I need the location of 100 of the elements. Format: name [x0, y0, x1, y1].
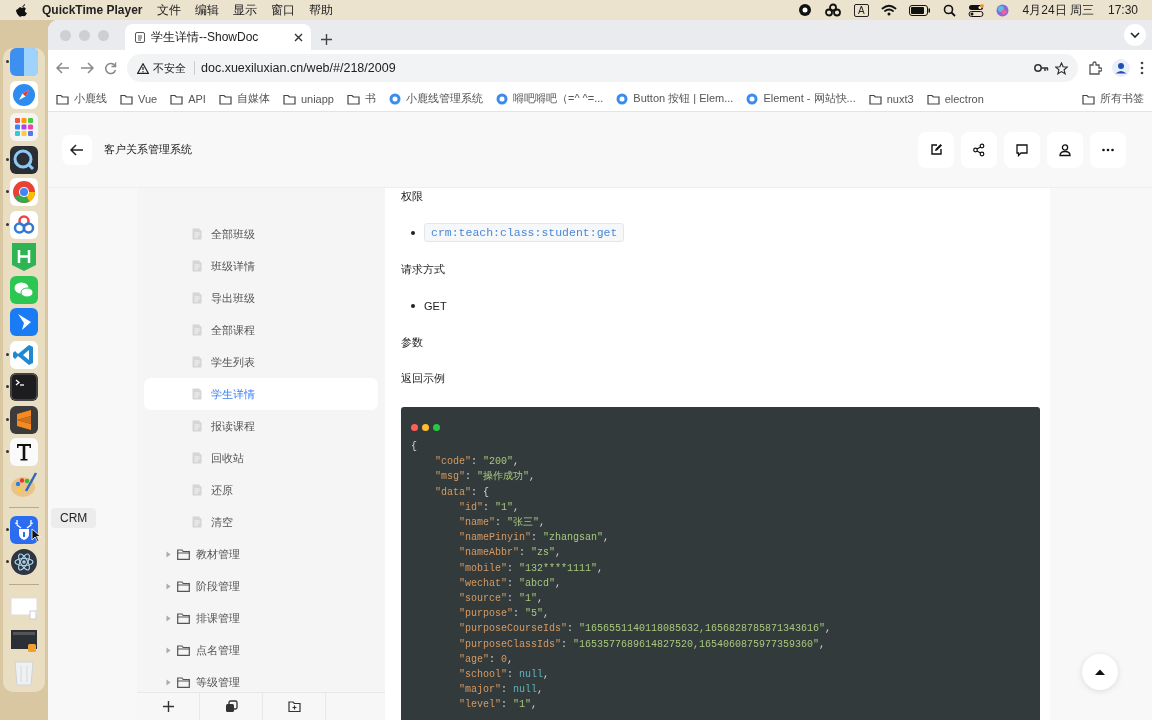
chevron-down-icon [1130, 32, 1140, 38]
search-icon[interactable] [942, 3, 956, 17]
bookmark[interactable]: 书 [346, 91, 376, 106]
url-text[interactable]: doc.xuexiluxian.cn/web/#/218/2009 [201, 61, 1028, 75]
app-icon[interactable] [10, 373, 38, 401]
tree-item[interactable]: 全部课程 [137, 314, 385, 346]
tree-item[interactable]: 点名管理 [137, 634, 385, 666]
folder-icon [218, 92, 232, 105]
toggles-icon[interactable] [967, 3, 984, 17]
document-icon [192, 452, 202, 464]
close-icon[interactable] [294, 32, 303, 42]
menu-item[interactable]: 显示 [232, 1, 257, 19]
bullet-icon [411, 303, 415, 308]
folder-icon [177, 676, 190, 688]
menu-item[interactable]: 帮助 [308, 1, 333, 19]
folder-icon [170, 92, 184, 105]
code-line: "purposeClassIds": "1653577689614827520,1654060875977359360", [458, 637, 827, 652]
bookmark[interactable]: electron [926, 92, 984, 105]
site-icon [495, 92, 508, 105]
tree-item[interactable]: 排课管理 [137, 602, 385, 634]
bookmark[interactable]: 小鹿线管理系统 [388, 91, 483, 106]
edit-button[interactable] [918, 131, 954, 168]
document-icon [192, 228, 202, 240]
user-button[interactable] [1047, 131, 1083, 168]
app-name[interactable]: QuickTime Player [42, 3, 143, 17]
clock-text: 17:30 [1107, 3, 1138, 17]
tree-item[interactable]: 回收站 [137, 442, 385, 474]
share-icon [972, 142, 986, 157]
site-icon [388, 92, 401, 105]
cursor-icon [31, 527, 41, 542]
tree-item[interactable]: 班级详情 [137, 250, 385, 282]
document-icon [192, 388, 202, 400]
tree-item[interactable]: 阶段管理 [137, 570, 385, 602]
tree-item[interactable]: 学生列表 [137, 346, 385, 378]
back-icon[interactable] [56, 62, 70, 74]
app-icon[interactable] [10, 405, 38, 434]
comment-button[interactable] [1004, 131, 1040, 168]
edit-icon [929, 142, 943, 157]
code-line: "id": "1", [458, 500, 521, 515]
browser-tab[interactable]: 学生详情--ShowDoc [125, 24, 311, 50]
caret-icon [166, 614, 171, 622]
tab-menu-button[interactable] [1124, 24, 1146, 46]
tree-item[interactable]: 报读课程 [137, 410, 385, 442]
app-icon[interactable] [10, 145, 38, 174]
bookmark[interactable]: uniapp [282, 92, 334, 105]
rings-icon[interactable] [823, 3, 842, 17]
document-icon [192, 356, 202, 368]
battery-icon[interactable] [908, 4, 931, 16]
key-icon[interactable] [1034, 63, 1049, 73]
bookmark[interactable]: 嘚吧嘚吧（=^ ^=... [495, 91, 604, 106]
profile-icon[interactable] [1112, 59, 1130, 77]
tree-item[interactable]: 等级管理 [137, 666, 385, 692]
bookmark[interactable]: API [170, 92, 206, 105]
caret-icon [166, 582, 171, 590]
menu-item[interactable]: 窗口 [270, 1, 295, 19]
share-button[interactable] [961, 131, 997, 168]
folder-icon [177, 612, 190, 624]
bookmark[interactable]: Vue [120, 92, 158, 105]
tree-item[interactable]: 还原 [137, 474, 385, 506]
tree-item[interactable]: 教材管理 [137, 538, 385, 570]
reload-icon[interactable] [104, 61, 117, 75]
address-bar[interactable]: 不安全 doc.xuexiluxian.cn/web/#/218/2009 [127, 54, 1078, 82]
bullet-icon [411, 230, 415, 235]
caret-icon [166, 550, 171, 558]
code-line: { [411, 440, 418, 454]
folder-icon [868, 92, 882, 105]
caret-icon [166, 646, 171, 654]
star-icon[interactable] [1055, 61, 1068, 75]
tree-item[interactable]: 全部班级 [137, 218, 385, 250]
orb-icon[interactable] [995, 3, 1009, 17]
bookmark[interactable]: 自媒体 [218, 91, 270, 106]
tree-item[interactable]: 导出班级 [137, 282, 385, 314]
app-icon[interactable] [10, 438, 38, 466]
section-heading: 权限 [401, 188, 423, 204]
puzzle-icon[interactable] [1088, 61, 1102, 75]
security-label[interactable]: 不安全 [153, 61, 186, 75]
code-line: "major": null, [458, 683, 545, 698]
page-icon [135, 31, 145, 43]
code-line: "purpose": "5", [458, 607, 551, 622]
bookmark[interactable]: 小鹿线 [56, 91, 107, 106]
site-icon [746, 92, 759, 105]
bookmark[interactable]: Element - 网站快... [746, 91, 856, 106]
bookmark[interactable]: Button 按钮 | Elem... [616, 91, 734, 106]
folder-icon [120, 92, 133, 105]
input-source-indicator[interactable]: A [853, 3, 869, 17]
more-vertical-icon[interactable] [1140, 61, 1144, 75]
tree-item[interactable]: 学生详情 [144, 378, 378, 410]
bookmark[interactable]: 所有书签 [1082, 91, 1144, 106]
bookmark[interactable]: nuxt3 [868, 92, 914, 105]
plus-icon[interactable] [321, 34, 332, 45]
menu-item[interactable]: 文件 [156, 1, 181, 19]
app-icon[interactable] [10, 548, 38, 576]
record-icon[interactable] [797, 3, 812, 17]
menu-item[interactable]: 编辑 [194, 1, 219, 19]
tree-item[interactable]: 清空 [137, 506, 385, 538]
code-line: "level": "1", [458, 698, 539, 713]
wifi-icon[interactable] [880, 4, 897, 16]
back-button[interactable] [62, 134, 92, 165]
forward-icon[interactable] [80, 62, 94, 74]
section-heading: 参数 [401, 334, 423, 350]
